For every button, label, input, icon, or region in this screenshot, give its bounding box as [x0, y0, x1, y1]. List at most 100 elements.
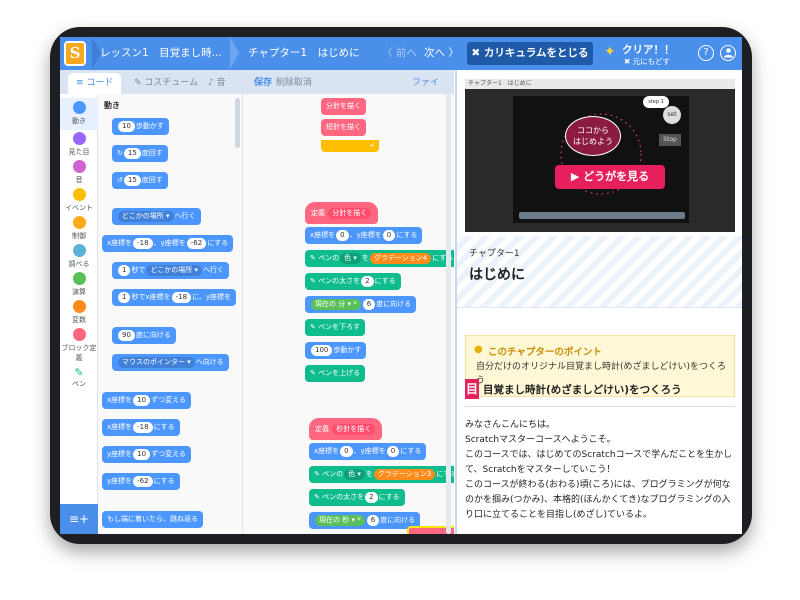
speech-bubble: step 1 — [643, 96, 669, 108]
block-point-minute[interactable]: 現在の 分 ▾ * 6 度に向ける — [305, 296, 417, 313]
block-change-y[interactable]: y座標を 10 ずつ変える — [102, 446, 191, 463]
block-goto-xy-2[interactable]: x座標を 0 、y座標を 0 にする — [309, 443, 427, 460]
undo-delete-button[interactable]: 削除取消 — [268, 73, 320, 94]
file-menu[interactable]: ファイル ▾ — [404, 73, 454, 109]
block-call-minute-hand[interactable]: 分針を描く — [321, 98, 366, 115]
clear-label: クリア！！ — [622, 44, 675, 56]
sensing-dot-icon — [72, 244, 86, 257]
block-control-end[interactable]: ↲ — [321, 140, 379, 152]
block-point-towards[interactable]: マウスのポインター ▾ へ向ける — [112, 354, 229, 371]
set-button-sprite: set — [663, 106, 681, 124]
block-goto-xy[interactable]: x座標を 0 、y座標を 0 にする — [305, 227, 423, 244]
block-call-hour-hand[interactable]: 短針を描く — [321, 119, 366, 136]
video-header: チャプター1 はじめに — [465, 79, 735, 89]
pen-icon: ✎ — [310, 369, 316, 377]
category-list: 動き 見た目 音 イベント 制御 調べる 演算 変数 ブロック定義 ✎ ペン ≡+ — [60, 94, 98, 534]
block-point-direction[interactable]: 90 度に向ける — [112, 327, 176, 344]
block-change-x[interactable]: x座標を 10 ずつ変える — [102, 392, 191, 409]
breadcrumb-lesson[interactable]: レッスン1 目覚まし時... — [100, 37, 235, 70]
block-set-y[interactable]: y座標を -62 にする — [102, 473, 180, 490]
looks-dot-icon — [72, 132, 86, 145]
video-progress-bar[interactable] — [519, 212, 685, 219]
tab-sound[interactable]: ♪ 音 — [200, 73, 234, 94]
scratch-editor: ≡ コード ✎ コスチューム ♪ 音 保存 削除取消 ファイル ▾ 動き 見た目… — [60, 70, 454, 534]
tab-code[interactable]: ≡ コード — [68, 73, 122, 94]
block-set-pen-size[interactable]: ✎ ペンの太さを 2 にする — [305, 273, 401, 290]
lesson-content: みなさんこんにちは。 Scratchマスターコースへようこそ。 このコースでは、… — [465, 420, 733, 520]
point-heading: このチャプターのポイント — [488, 347, 602, 358]
pen-icon: ✎ — [74, 366, 84, 379]
events-dot-icon — [72, 188, 86, 201]
block-turn-left[interactable]: ↺ 15 度回す — [112, 172, 168, 189]
block-define-minute-hand[interactable]: 定義 分針を描く — [305, 202, 379, 224]
curriculum-panel: チャプター1 はじめに step 1 set Stop ココから はじめよう ▶… — [455, 70, 742, 534]
block-pen-up[interactable]: ✎ ペンを上げる — [305, 365, 366, 382]
motion-dot-icon — [72, 101, 86, 114]
category-motion[interactable]: 動き — [60, 98, 98, 130]
block-move[interactable]: 10 歩動かす — [112, 118, 169, 135]
scratch-logo[interactable]: S — [64, 41, 86, 66]
category-looks[interactable]: 見た目 — [60, 132, 98, 157]
palette-title: 動き — [104, 101, 120, 110]
block-set-pen-color[interactable]: ✎ ペンの色 ▾ をグラデーション4 にする — [305, 250, 454, 267]
category-variables[interactable]: 変数 — [60, 300, 98, 325]
tablet-frame: S レッスン1 目覚まし時... チャプター1 はじめに 〈 前へ 次へ 〉 ✖… — [50, 27, 752, 544]
category-control[interactable]: 制御 — [60, 216, 98, 241]
block-set-pen-color-2[interactable]: ✎ ペンの色 ▾をグラデーション3にする — [309, 466, 454, 483]
variables-dot-icon — [72, 300, 86, 313]
category-my-blocks[interactable]: ブロック定義 — [60, 328, 98, 363]
chapter-title: はじめに — [469, 267, 525, 283]
pen-icon: ✎ — [310, 277, 316, 285]
prev-button[interactable]: 〈 前へ — [382, 37, 417, 70]
pen-icon: ✎ — [310, 254, 316, 262]
speaker-icon: ♪ — [208, 78, 217, 88]
category-pen[interactable]: ✎ ペン — [60, 366, 98, 389]
extension-button[interactable]: ≡+ — [60, 504, 98, 534]
block-turn-right[interactable]: ↻ 15 度回す — [112, 145, 168, 162]
rotate-left-icon: ↺ — [117, 176, 123, 184]
block-bounce[interactable]: もし端に着いたら、跳ね返る — [102, 511, 203, 528]
speech-bubble-icon: ● — [474, 344, 483, 355]
party-popper-icon: ✦ — [604, 44, 616, 60]
play-video-button[interactable]: ▶ どうがを見る — [555, 165, 665, 189]
editor-tabs: ≡ コード ✎ コスチューム ♪ 音 保存 削除取消 ファイル ▾ — [60, 70, 454, 109]
block-goto[interactable]: どこかの場所 ▾ へ行く — [112, 208, 201, 225]
loop-arrow-icon: ↲ — [369, 141, 375, 149]
block-move-100[interactable]: 100 歩動かす — [305, 342, 367, 359]
block-glide[interactable]: 1 秒で どこかの場所 ▾ へ行く — [112, 262, 229, 279]
control-dot-icon — [72, 216, 86, 229]
clear-button[interactable]: ✦ クリア！！ ✖ 元にもどす — [604, 40, 694, 68]
top-bar: S レッスン1 目覚まし時... チャプター1 はじめに 〈 前へ 次へ 〉 ✖… — [60, 37, 742, 70]
play-icon: ▶ — [570, 170, 584, 183]
section-heading: 目 目覚まし時計(めざましどけい)をつくろう — [465, 377, 735, 407]
sound-dot-icon — [72, 160, 86, 173]
block-define-second-hand[interactable]: 定義 秒針を描く — [309, 418, 383, 440]
chapter-number: チャプター1 — [469, 249, 520, 259]
workspace-scrollbar[interactable] — [446, 94, 451, 534]
undo-clear-link[interactable]: ✖ 元にもどす — [624, 56, 670, 67]
category-operators[interactable]: 演算 — [60, 272, 98, 297]
category-sound[interactable]: 音 — [60, 160, 98, 185]
screen: S レッスン1 目覚まし時... チャプター1 はじめに 〈 前へ 次へ 〉 ✖… — [60, 37, 742, 534]
rotate-right-icon: ↻ — [117, 149, 123, 157]
next-button[interactable]: 次へ 〉 — [424, 37, 459, 70]
block-pen-down[interactable]: ✎ ペンを下ろす — [305, 319, 366, 336]
category-events[interactable]: イベント — [60, 188, 98, 213]
block-palette: 動き 10 歩動かす ↻ 15 度回す ↺ 15 度回す どこかの場所 ▾ へ行く x座標を… — [98, 94, 243, 534]
block-point-second[interactable]: 現在の 秒 ▾ * 6 度に向ける — [309, 512, 421, 529]
pen-icon: ✎ — [314, 470, 320, 478]
category-sensing[interactable]: 調べる — [60, 244, 98, 269]
brush-icon: ✎ — [134, 78, 145, 88]
account-icon[interactable] — [720, 45, 736, 61]
video-player[interactable]: チャプター1 はじめに step 1 set Stop ココから はじめよう ▶… — [465, 79, 735, 232]
breadcrumb-chapter[interactable]: チャプター1 はじめに — [248, 37, 360, 70]
block-set-pen-size-2[interactable]: ✎ ペンの太さを 2 にする — [309, 489, 405, 506]
block-glide-xy[interactable]: 1 秒でx座標を -18 に、y座標を — [112, 289, 236, 306]
block-goto-xy[interactable]: x座標を -18 、y座標を -62 にする — [102, 235, 234, 252]
close-curriculum-button[interactable]: ✖ カリキュラムをとじる — [467, 42, 593, 65]
tab-costume[interactable]: ✎ コスチューム — [126, 73, 206, 94]
block-set-x[interactable]: x座標を -18 にする — [102, 419, 180, 436]
pen-icon: ✎ — [310, 323, 316, 331]
palette-scrollbar[interactable] — [235, 98, 240, 148]
help-icon[interactable]: ? — [698, 45, 714, 61]
